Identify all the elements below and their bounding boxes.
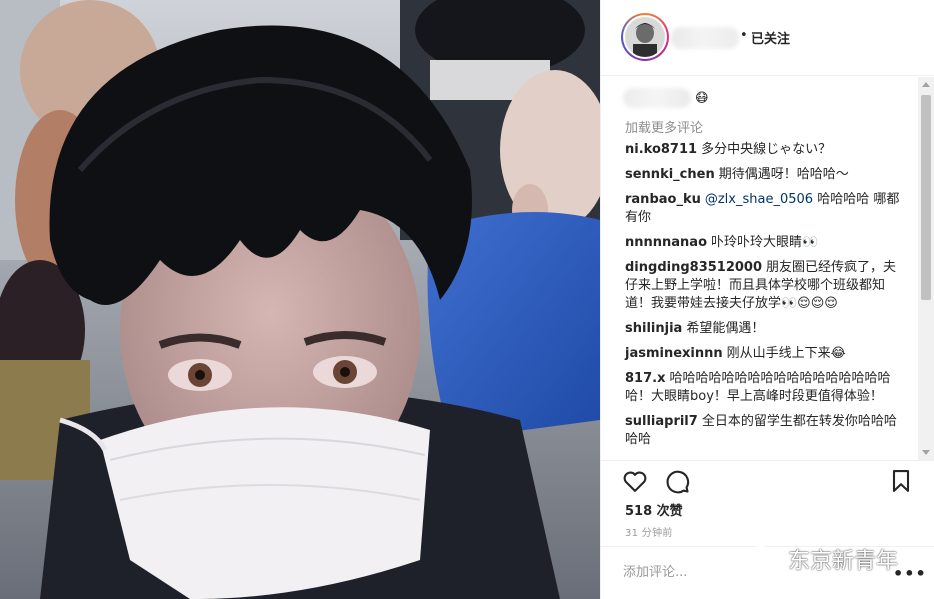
scrollbar-thumb[interactable] <box>921 95 931 300</box>
comment-username[interactable]: ranbao_ku <box>625 192 701 207</box>
separator-dot: • <box>740 28 748 43</box>
comment-username[interactable]: sennki_chen <box>625 167 715 182</box>
comment-item: 817.x 哈哈哈哈哈哈哈哈哈哈哈哈哈哈哈哈哈哈！大眼睛boy！早上高峰时段更值得… <box>625 370 905 406</box>
comment-item: jasminexinnn 刚从山手线上下来😂 <box>625 345 905 363</box>
heart-outline-icon <box>623 471 647 492</box>
comment-list: ni.ko8711 多分中央線じゃない？ sennki_chen 期待偶遇呀！哈哈哈… <box>625 141 905 456</box>
post-side-panel: • 已关注 😷 加载更多评论 ni.ko8711 多分中央線じゃない？ sennk… <box>600 0 934 599</box>
post-timestamp: 31 分钟前 <box>625 528 673 539</box>
comment-item: ni.ko8711 多分中央線じゃない？ <box>625 141 905 159</box>
avatar-image <box>625 17 665 57</box>
like-button[interactable] <box>621 467 649 495</box>
load-more-comments[interactable]: 加载更多评论 <box>625 117 703 136</box>
scroll-down-arrow-icon[interactable] <box>922 450 930 455</box>
comment-username[interactable]: 817.x <box>625 371 665 386</box>
bookmark-icon <box>892 470 910 492</box>
comment-username[interactable]: shilinjia <box>625 321 682 336</box>
blurred-caption-username[interactable] <box>623 88 691 108</box>
comment-username[interactable]: dingding83512000 <box>625 260 762 275</box>
comment-item: ranbao_ku @zlx_shae_0506 哈哈哈哈 哪都有你 <box>625 191 905 227</box>
comment-item: dingding83512000 朋友圈已经传疯了，夫仔来上野上学啦！而且具体学校… <box>625 259 905 313</box>
comment-button[interactable] <box>663 467 691 495</box>
comment-text: 刚从山手线上下来😂 <box>726 346 846 361</box>
comment-item: sulliapril7 全日本的留学生都在转发你哈哈哈哈哈 <box>625 413 905 449</box>
wechat-logo-icon <box>749 546 780 571</box>
comments-section: 😷 加载更多评论 ni.ko8711 多分中央線じゃない？ sennki_chen… <box>601 77 934 460</box>
comment-username[interactable]: ni.ko8711 <box>625 142 697 157</box>
comment-text: 卟玲卟玲大眼睛👀 <box>711 235 819 250</box>
post-header: • 已关注 <box>601 0 934 76</box>
post-actions <box>601 460 934 500</box>
speech-bubble-icon <box>666 470 690 494</box>
likes-count[interactable]: 518 次赞 <box>625 500 683 519</box>
comment-item: nnnnnanao 卟玲卟玲大眼睛👀 <box>625 234 905 252</box>
avatar[interactable] <box>621 13 669 61</box>
comment-username[interactable]: jasminexinnn <box>625 346 723 361</box>
comment-username[interactable]: sulliapril7 <box>625 414 698 429</box>
comment-username[interactable]: nnnnnanao <box>625 235 707 250</box>
watermark: 东京新青年 <box>748 542 898 576</box>
scroll-up-arrow-icon[interactable] <box>922 82 930 87</box>
comments-scrollbar[interactable] <box>918 77 934 460</box>
comment-text: 期待偶遇呀！哈哈哈～ <box>718 167 849 182</box>
comment-item: shilinjia 希望能偶遇！ <box>625 320 905 338</box>
blurred-username[interactable] <box>671 27 739 49</box>
comment-text: 多分中央線じゃない？ <box>701 142 832 157</box>
selfie-image <box>0 0 600 599</box>
more-options-button[interactable]: ••• <box>893 564 927 583</box>
comment-text: 希望能偶遇！ <box>686 321 765 336</box>
save-button[interactable] <box>887 467 915 495</box>
caption: 😷 <box>623 87 709 109</box>
post-photo[interactable] <box>0 0 600 599</box>
watermark-text: 东京新青年 <box>788 549 899 574</box>
comment-mention[interactable]: @zlx_shae_0506 <box>705 192 813 207</box>
mask-emoji: 😷 <box>695 90 709 106</box>
comment-item: sennki_chen 期待偶遇呀！哈哈哈～ <box>625 166 905 184</box>
following-status[interactable]: 已关注 <box>751 28 790 47</box>
